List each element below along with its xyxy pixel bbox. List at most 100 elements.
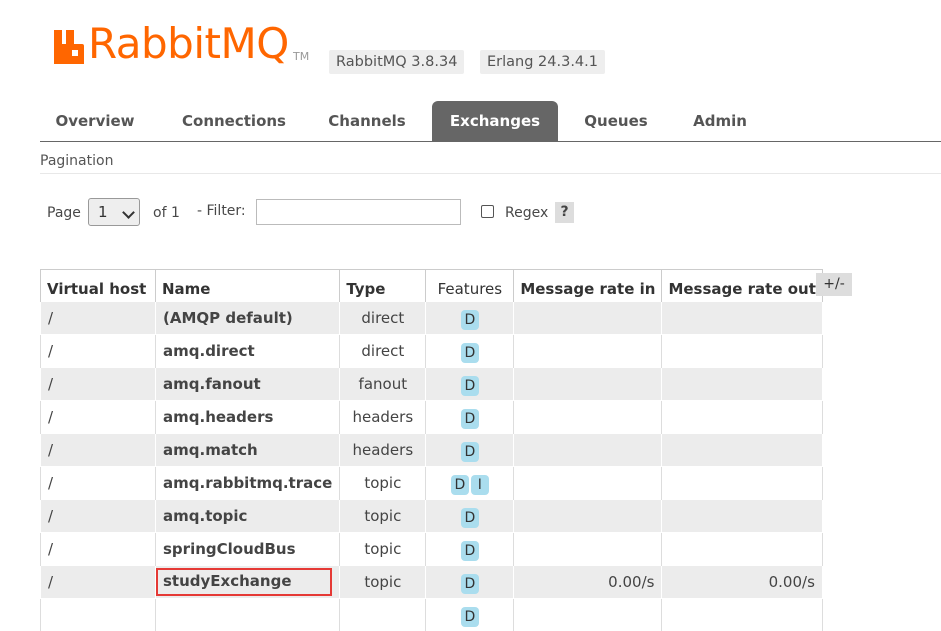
exchange-name-link[interactable]: amq.rabbitmq.trace [163,474,332,492]
column-header-type[interactable]: Type [340,270,426,302]
message-rate-in-cell [514,467,662,500]
exchange-name-cell[interactable]: studyExchange [156,566,340,599]
message-rate-out-cell [662,533,822,566]
exchange-name-link[interactable]: amq.topic [163,507,247,525]
table-row[interactable]: / amq.match headers D [41,434,823,467]
feature-badge: D [461,442,479,462]
exchange-type-cell: headers [340,434,426,467]
exchange-name-link[interactable]: (AMQP default) [163,309,293,327]
table-row[interactable]: /amq.topictopicD [41,500,823,533]
features-cell: D [426,533,514,566]
feature-badge: D [461,508,479,528]
exchange-type-cell: topic [340,500,426,533]
exchange-name-link[interactable]: amq.match [163,441,258,459]
pagination-section-title[interactable]: Pagination [40,153,113,169]
table-row[interactable]: / springCloudBus topic D [41,533,823,566]
message-rate-in-cell [514,599,662,631]
features-cell: D [426,599,514,631]
exchange-name-cell[interactable]: amq.direct [156,335,340,368]
exchanges-table-body: /(AMQP default)directD/amq.directdirectD… [41,302,823,631]
column-header-message-rate-in[interactable]: Message rate in [514,270,662,302]
message-rate-in-cell [514,533,662,566]
tab-overview[interactable]: Overview [40,101,150,141]
features-cell: D [426,302,514,335]
table-row[interactable]: / (AMQP default) directD [41,302,823,335]
logo-trademark: TM [293,50,309,63]
tab-channels[interactable]: Channels [314,101,420,141]
tab-admin[interactable]: Admin [678,101,762,141]
page-count: of 1 [153,205,180,221]
exchange-type-cell: topic [340,533,426,566]
exchange-name-cell[interactable] [156,599,340,631]
message-rate-out-cell [662,599,822,631]
table-row[interactable]: /amq.fanoutfanoutD [41,368,823,401]
exchange-type-cell: topic [340,467,426,500]
feature-badge: D [461,343,479,363]
tab-connections[interactable]: Connections [172,101,296,141]
message-rate-out-cell [662,500,822,533]
features-cell: D [426,335,514,368]
feature-badge: D [461,607,479,627]
message-rate-out-cell [662,467,822,500]
message-rate-out-cell [662,368,822,401]
table-row[interactable]: D [41,599,823,631]
exchange-name-cell[interactable]: amq.fanout [156,368,340,401]
table-row[interactable]: /amq.headersheadersD [41,401,823,434]
filter-input[interactable] [256,199,461,225]
chevron-down-icon [122,206,135,219]
table-row[interactable]: / amq.direct direct D [41,335,823,368]
exchange-name-link[interactable]: studyExchange [156,568,332,596]
features-cell: D [426,500,514,533]
column-header-message-rate-out[interactable]: Message rate out [662,270,822,302]
exchange-name-cell[interactable]: amq.match [156,434,340,467]
feature-badge: D [461,376,479,396]
column-header-virtual-host[interactable]: Virtual host [41,270,156,302]
message-rate-out-cell: 0.00/s [662,566,822,599]
page-select[interactable]: 1 [88,198,140,226]
page-label: Page [47,205,81,221]
features-cell: D [426,401,514,434]
regex-label: Regex [505,205,548,221]
column-header-name[interactable]: Name [156,270,340,302]
message-rate-in-cell [514,434,662,467]
exchange-type-cell: fanout [340,368,426,401]
exchange-type-cell: direct [340,335,426,368]
exchange-type-cell: direct [340,302,426,335]
exchange-name-cell[interactable]: amq.headers [156,401,340,434]
filter-label: - Filter: [197,203,246,219]
exchange-name-cell[interactable]: amq.topic [156,500,340,533]
exchange-name-cell[interactable]: springCloudBus [156,533,340,566]
exchanges-table: Virtual host Name Type Features Message … [40,269,823,631]
exchange-type-cell [340,599,426,631]
table-row[interactable]: / amq.rabbitmq.trace topicDI [41,467,823,500]
virtual-host-cell: / [41,566,156,599]
message-rate-in-cell [514,401,662,434]
virtual-host-cell: / [41,467,156,500]
exchange-name-link[interactable]: amq.headers [163,408,273,426]
virtual-host-cell: / [41,533,156,566]
exchange-name-link[interactable]: amq.fanout [163,375,261,393]
exchange-name-cell[interactable]: amq.rabbitmq.trace [156,467,340,500]
exchange-name-link[interactable]: springCloudBus [163,540,296,558]
column-toggle-button[interactable]: +/- [816,273,852,296]
tab-queues[interactable]: Queues [574,101,658,141]
feature-badge: D [461,541,479,561]
virtual-host-cell: / [41,434,156,467]
features-cell: DI [426,467,514,500]
virtual-host-cell: / [41,302,156,335]
exchange-type-cell: headers [340,401,426,434]
virtual-host-cell: / [41,335,156,368]
page-select-value: 1 [98,203,108,221]
tab-exchanges[interactable]: Exchanges [432,101,558,141]
message-rate-in-cell [514,302,662,335]
rabbitmq-logo: RabbitMQ TM [54,26,324,72]
table-row[interactable]: /studyExchangetopicD0.00/s0.00/s [41,566,823,599]
erlang-version: Erlang 24.3.4.1 [480,50,605,74]
feature-badge: D [461,409,479,429]
rabbitmq-version: RabbitMQ 3.8.34 [329,50,464,74]
regex-checkbox[interactable] [481,205,494,218]
exchange-name-link[interactable]: amq.direct [163,342,255,360]
regex-help-button[interactable]: ? [555,202,574,223]
exchange-name-cell[interactable]: (AMQP default) [156,302,340,335]
message-rate-in-cell [514,500,662,533]
